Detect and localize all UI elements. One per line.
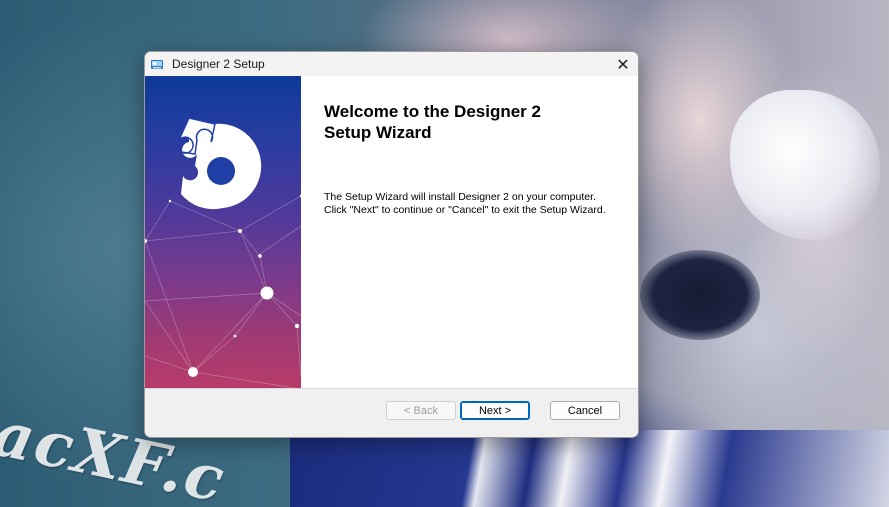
page-title-line-2: Setup Wizard <box>324 123 432 142</box>
wizard-description: The Setup Wizard will install Designer 2… <box>324 191 634 217</box>
puzzle-d-logo-icon <box>178 117 262 210</box>
close-icon: ✕ <box>616 54 630 74</box>
description-line-1: The Setup Wizard will install Designer 2… <box>324 191 596 203</box>
window-title: Designer 2 Setup <box>172 57 265 71</box>
network-pattern <box>145 117 301 388</box>
wallpaper-choker <box>640 250 760 340</box>
wizard-content: Welcome to the Designer 2 Setup Wizard T… <box>145 76 638 388</box>
description-line-2: Click "Next" to continue or "Cancel" to … <box>324 204 606 216</box>
next-button[interactable]: Next > <box>460 401 530 420</box>
desktop-background: acXF.c Designer 2 Setup ✕ Welcome to the… <box>0 0 889 507</box>
setup-wizard-window[interactable]: Designer 2 Setup ✕ Welcome to the Design… <box>144 51 639 438</box>
wizard-button-bar: < Back Next > Cancel <box>145 388 638 437</box>
installer-app-icon <box>151 60 163 69</box>
back-button[interactable]: < Back <box>386 401 456 420</box>
wallpaper-outfit <box>290 430 889 507</box>
wizard-side-banner <box>145 76 301 388</box>
cancel-button[interactable]: Cancel <box>550 401 620 420</box>
page-title-line-1: Welcome to the Designer 2 <box>324 102 541 121</box>
page-title: Welcome to the Designer 2 Setup Wizard <box>324 101 604 143</box>
close-button[interactable]: ✕ <box>608 52 638 76</box>
title-bar[interactable]: Designer 2 Setup ✕ <box>145 52 638 76</box>
welcome-text-area: Welcome to the Designer 2 Setup Wizard T… <box>301 76 638 388</box>
